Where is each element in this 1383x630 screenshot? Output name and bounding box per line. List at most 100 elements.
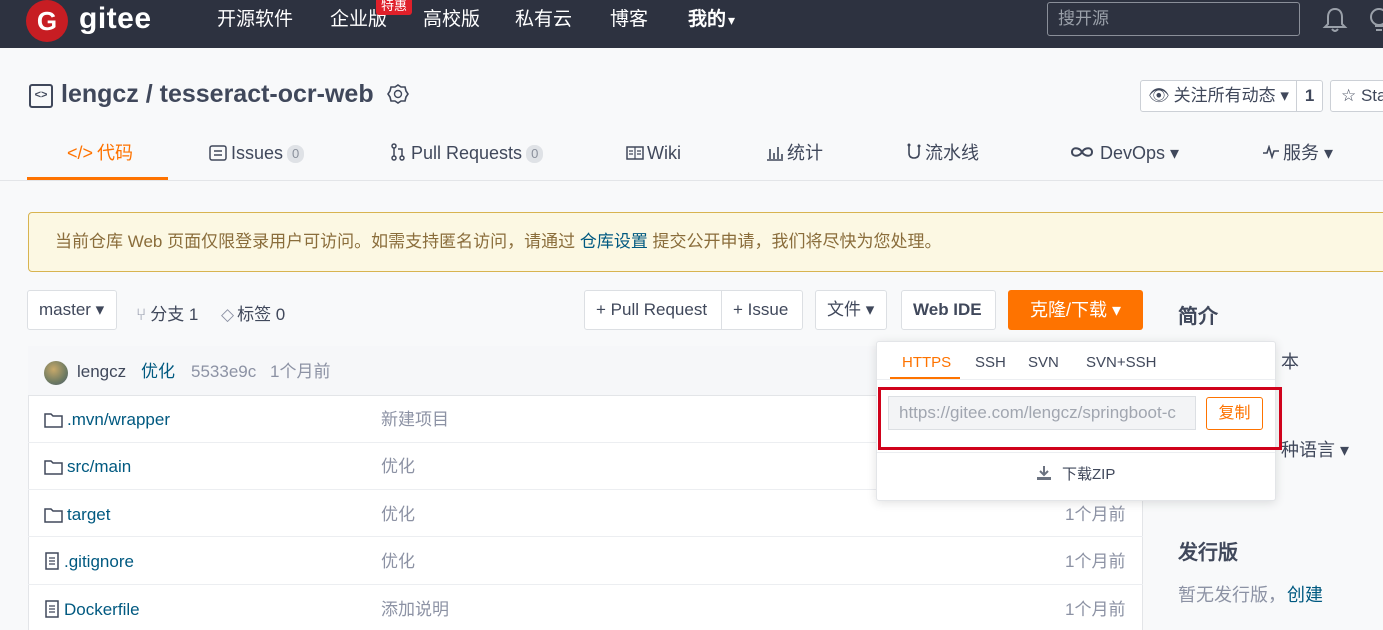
tab-issues-label: Issues bbox=[231, 143, 284, 163]
commit-time: 1个月前 bbox=[270, 362, 331, 381]
file-name-label: .gitignore bbox=[64, 552, 134, 571]
branches-link[interactable]: ⑂ 分支 1 bbox=[136, 300, 198, 325]
tag-icon: ◇ bbox=[221, 305, 235, 324]
web-ide-button[interactable]: Web IDE bbox=[901, 290, 996, 330]
nav-mine[interactable]: 我的 ▾ bbox=[688, 8, 735, 32]
pipeline-icon bbox=[907, 143, 921, 159]
tab-pull-requests[interactable]: Pull Requests 0 bbox=[390, 140, 544, 166]
tab-wiki-label: Wiki bbox=[647, 143, 681, 163]
active-tab-indicator bbox=[27, 177, 168, 180]
tab-pipeline[interactable]: 流水线 bbox=[905, 140, 979, 166]
branch-select[interactable]: master ▾ bbox=[27, 290, 117, 330]
release-empty-text: 暂无发行版， bbox=[1178, 585, 1286, 605]
file-name[interactable]: target bbox=[44, 503, 110, 527]
download-icon bbox=[1037, 466, 1051, 480]
bell-icon[interactable] bbox=[1322, 6, 1348, 34]
file-name-label: src/main bbox=[67, 457, 132, 476]
tab-svn-ssh[interactable]: SVN+SSH bbox=[1086, 353, 1156, 373]
release-heading: 发行版 bbox=[1178, 542, 1238, 564]
intro-heading: 简介 bbox=[1178, 306, 1218, 328]
intro-text-partial: 本 bbox=[1281, 352, 1299, 372]
tab-services[interactable]: 服务 ▾ bbox=[1262, 140, 1333, 166]
file-time: 1个月前 bbox=[1065, 552, 1126, 571]
avatar[interactable] bbox=[44, 361, 68, 385]
pull-request-icon bbox=[391, 143, 405, 161]
gitee-logo-text[interactable]: gitee bbox=[79, 2, 152, 36]
star-button[interactable]: ☆ Sta bbox=[1330, 80, 1383, 112]
table-row[interactable] bbox=[28, 538, 1143, 585]
file-name[interactable]: .mvn/wrapper bbox=[44, 408, 170, 432]
repo-settings-link[interactable]: 仓库设置 bbox=[580, 232, 648, 251]
file-time: 1个月前 bbox=[1065, 600, 1126, 619]
language-stats-partial[interactable]: 种语言 ▾ bbox=[1281, 436, 1349, 462]
file-time: 1个月前 bbox=[1065, 505, 1126, 524]
tags-link[interactable]: ◇ 标签 0 bbox=[221, 300, 285, 325]
gitee-logo-icon[interactable]: G bbox=[26, 0, 68, 42]
nav-private-cloud[interactable]: 私有云 bbox=[515, 8, 572, 32]
tab-code-label: 代码 bbox=[97, 143, 134, 163]
folder-icon bbox=[44, 460, 63, 475]
repo-title[interactable]: lengcz / tesseract-ocr-web bbox=[61, 80, 374, 109]
clone-download-button[interactable]: 克隆/下载 ▾ bbox=[1008, 290, 1143, 330]
watch-count: 1 bbox=[1304, 86, 1315, 105]
active-clone-tab-indicator bbox=[890, 377, 960, 379]
watch-label: 👁 关注所有动态 ▾ bbox=[1141, 81, 1297, 111]
dropdown-divider bbox=[877, 379, 1275, 380]
bar-chart-icon bbox=[767, 147, 783, 161]
tab-code[interactable]: </> 代码 bbox=[67, 140, 133, 166]
pull-requests-count: 0 bbox=[526, 145, 544, 163]
tab-pull-requests-label: Pull Requests bbox=[411, 143, 523, 163]
tab-services-label: 服务 ▾ bbox=[1283, 143, 1334, 163]
tab-issues[interactable]: Issues 0 bbox=[209, 140, 305, 166]
nav-open-source[interactable]: 开源软件 bbox=[217, 8, 293, 32]
tab-https[interactable]: HTTPS bbox=[902, 353, 951, 373]
tab-svn[interactable]: SVN bbox=[1028, 353, 1059, 373]
file-commit-message[interactable]: 优化 bbox=[381, 503, 415, 527]
file-commit-message[interactable]: 优化 bbox=[381, 455, 415, 479]
search-input[interactable]: 搜开源 bbox=[1047, 2, 1300, 36]
branches-label: 分支 1 bbox=[150, 305, 199, 324]
hot-badge: 特惠 bbox=[376, 0, 413, 15]
tags-label: 标签 0 bbox=[237, 305, 286, 324]
file-commit-message[interactable]: 添加说明 bbox=[381, 598, 449, 622]
file-name[interactable]: Dockerfile bbox=[44, 598, 140, 622]
file-commit-message[interactable]: 新建项目 bbox=[381, 408, 449, 432]
code-icon: </> bbox=[67, 143, 94, 163]
infinity-icon bbox=[1070, 147, 1094, 157]
commit-message[interactable]: 优化 bbox=[141, 360, 175, 384]
repo-badge-icon[interactable] bbox=[386, 83, 410, 109]
highlight-box bbox=[878, 387, 1282, 450]
issues-icon bbox=[209, 145, 227, 161]
file-name[interactable]: src/main bbox=[44, 455, 131, 479]
issues-count: 0 bbox=[287, 145, 305, 163]
nav-blog[interactable]: 博客 bbox=[610, 8, 648, 32]
create-release-link[interactable]: 创建 bbox=[1287, 581, 1323, 607]
folder-icon bbox=[44, 413, 63, 428]
file-icon bbox=[45, 600, 59, 618]
access-notice: 当前仓库 Web 页面仅限登录用户可访问。如需支持匿名访问，请通过 仓库设置 提… bbox=[28, 212, 1383, 272]
pulse-icon bbox=[1263, 144, 1279, 160]
nav-university[interactable]: 高校版 bbox=[423, 8, 480, 32]
file-name-label: .mvn/wrapper bbox=[67, 410, 170, 429]
table-row[interactable] bbox=[28, 585, 1143, 630]
tab-wiki[interactable]: Wiki bbox=[626, 140, 681, 166]
lightbulb-icon[interactable] bbox=[1366, 6, 1383, 34]
file-name[interactable]: .gitignore bbox=[44, 550, 134, 574]
new-pull-request-button[interactable]: + Pull Request bbox=[584, 290, 722, 330]
file-menu-button[interactable]: 文件 ▾ bbox=[815, 290, 887, 330]
commit-author[interactable]: lengcz bbox=[77, 360, 126, 384]
file-commit-message[interactable]: 优化 bbox=[381, 550, 415, 574]
tab-devops-label: DevOps ▾ bbox=[1100, 143, 1180, 163]
tab-stats[interactable]: 统计 bbox=[766, 140, 823, 166]
download-zip-link[interactable]: 下载ZIP bbox=[1036, 465, 1115, 485]
file-name-label: target bbox=[67, 505, 111, 524]
new-issue-button[interactable]: + Issue bbox=[721, 290, 803, 330]
notice-text-after: 提交公开申请，我们将尽快为您处理。 bbox=[647, 232, 942, 251]
file-name-label: Dockerfile bbox=[64, 600, 140, 619]
commit-hash[interactable]: 5533e9c bbox=[191, 360, 256, 384]
watch-button[interactable]: 👁 关注所有动态 ▾ 1 bbox=[1140, 80, 1324, 112]
tab-devops[interactable]: DevOps ▾ bbox=[1070, 140, 1179, 166]
folder-icon bbox=[44, 508, 63, 523]
repo-code-icon: <> bbox=[29, 84, 53, 108]
tab-ssh[interactable]: SSH bbox=[975, 353, 1006, 373]
